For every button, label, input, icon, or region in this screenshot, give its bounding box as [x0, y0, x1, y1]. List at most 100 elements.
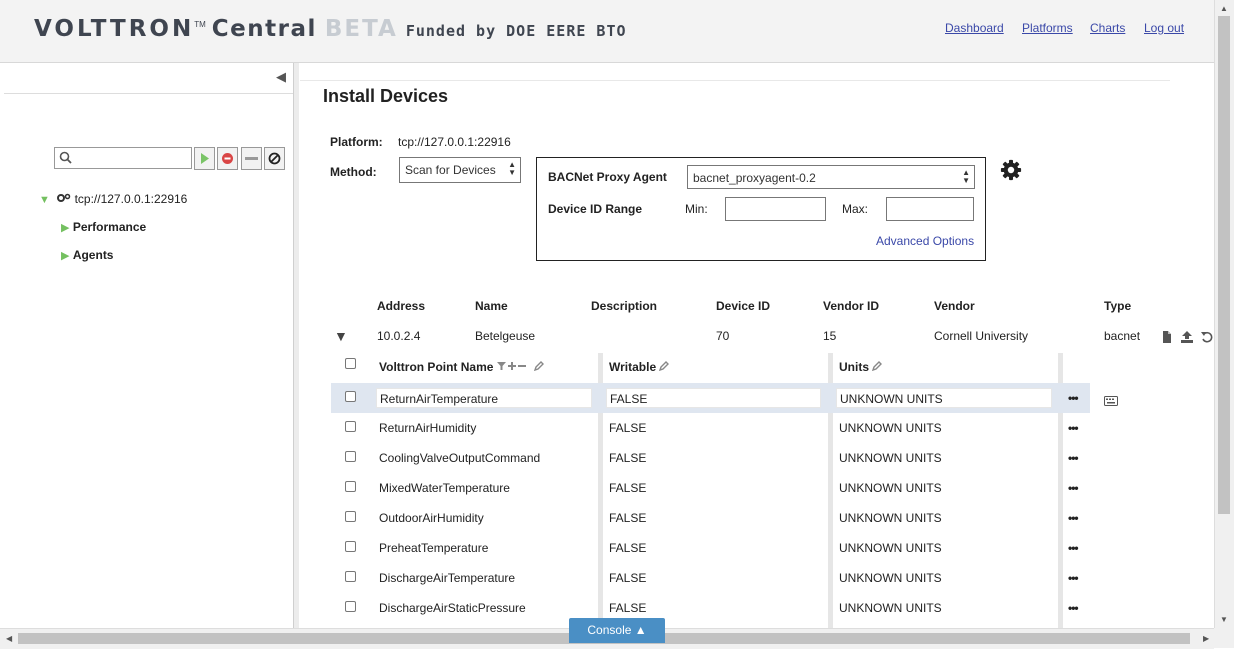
units-cell[interactable]: UNKNOWN UNITS	[836, 538, 1052, 558]
units-cell[interactable]: UNKNOWN UNITS	[836, 418, 1052, 438]
writable-cell[interactable]: FALSE	[606, 448, 821, 468]
row-menu-icon[interactable]: •••	[1068, 391, 1079, 405]
advanced-options-link[interactable]: Advanced Options	[876, 234, 974, 248]
tree-item-performance[interactable]: ▶ Performance	[61, 220, 146, 234]
point-name-cell[interactable]: OutdoorAirHumidity	[376, 508, 592, 528]
main-divider	[300, 80, 1170, 81]
minus-icon[interactable]	[517, 365, 526, 367]
writable-cell[interactable]: FALSE	[606, 478, 821, 498]
vertical-scrollbar[interactable]: ▲ ▼	[1214, 0, 1234, 628]
file-icon[interactable]	[1161, 331, 1173, 343]
nav-charts[interactable]: Charts	[1090, 21, 1125, 35]
col-vendor-header: Vendor	[934, 299, 975, 313]
row-menu-icon[interactable]: •••	[1068, 571, 1079, 585]
proxy-agent-label: BACNet Proxy Agent	[548, 170, 667, 184]
table-row[interactable]: DischargeAirStaticPressure FALSE UNKNOWN U…	[331, 593, 1090, 623]
units-cell[interactable]: UNKNOWN UNITS	[836, 448, 1052, 468]
nav-log-out[interactable]: Log out	[1144, 21, 1184, 35]
row-checkbox[interactable]	[345, 541, 356, 552]
row-menu-icon[interactable]: •••	[1068, 451, 1079, 465]
table-row[interactable]: CoolingValveOutputCommand FALSE UNKNOWN UN…	[331, 443, 1090, 473]
device-address: 10.0.2.4	[377, 329, 421, 343]
point-name-cell[interactable]: ReturnAirTemperature	[376, 388, 592, 408]
row-menu-icon[interactable]: •••	[1068, 481, 1079, 495]
row-checkbox[interactable]	[345, 391, 356, 402]
pencil-icon[interactable]	[659, 361, 670, 372]
writable-cell[interactable]: FALSE	[606, 508, 821, 528]
device-id: 70	[716, 329, 730, 343]
tree-item-agents[interactable]: ▶ Agents	[61, 248, 113, 262]
plus-icon[interactable]	[507, 362, 516, 370]
point-name-cell[interactable]: PreheatTemperature	[376, 538, 592, 558]
row-menu-icon[interactable]: •••	[1068, 511, 1079, 525]
scroll-right-icon[interactable]: ▶	[1203, 634, 1209, 643]
writable-cell[interactable]: FALSE	[606, 598, 821, 618]
writable-cell[interactable]: FALSE	[606, 568, 821, 588]
row-checkbox[interactable]	[345, 481, 356, 492]
filter-icon[interactable]	[496, 362, 506, 370]
units-cell[interactable]: UNKNOWN UNITS	[836, 388, 1052, 408]
point-name-cell[interactable]: DischargeAirStaticPressure	[376, 598, 592, 618]
writable-cell[interactable]: FALSE	[606, 388, 821, 408]
scroll-left-icon[interactable]: ◀	[6, 634, 12, 643]
row-menu-icon[interactable]: •••	[1068, 541, 1079, 555]
col-writable-label: Writable	[609, 360, 657, 374]
units-cell[interactable]: UNKNOWN UNITS	[836, 508, 1052, 528]
units-cell[interactable]: UNKNOWN UNITS	[836, 568, 1052, 588]
sidebar-resize-handle[interactable]	[294, 63, 299, 628]
pencil-icon[interactable]	[872, 361, 883, 372]
table-row[interactable]: MixedWaterTemperature FALSE UNKNOWN UNITS •…	[331, 473, 1090, 503]
row-checkbox[interactable]	[345, 421, 356, 432]
collapse-device-icon[interactable]: ▼	[334, 328, 348, 344]
proxy-agent-select[interactable]: bacnet_proxyagent-0.2 ▲ ▼	[687, 165, 975, 189]
min-input[interactable]	[725, 197, 826, 221]
nav-dashboard[interactable]: Dashboard	[945, 21, 1004, 35]
column-tools	[496, 362, 526, 370]
console-toggle-button[interactable]: Console ▲	[569, 618, 665, 643]
row-checkbox[interactable]	[345, 511, 356, 522]
table-row[interactable]: ReturnAirHumidity FALSE UNKNOWN UNITS •••	[331, 413, 1090, 443]
units-cell[interactable]: UNKNOWN UNITS	[836, 598, 1052, 618]
settings-gear-icon[interactable]	[1000, 159, 1022, 181]
remove-button[interactable]	[241, 147, 262, 170]
table-row[interactable]: OutdoorAirHumidity FALSE UNKNOWN UNITS •••	[331, 503, 1090, 533]
scroll-up-icon[interactable]: ▲	[1220, 4, 1228, 13]
row-menu-icon[interactable]: •••	[1068, 421, 1079, 435]
pencil-icon[interactable]	[534, 361, 545, 372]
sidebar-divider	[4, 93, 293, 94]
table-row[interactable]: ReturnAirTemperature FALSE UNKNOWN UNITS ••…	[331, 383, 1090, 413]
row-checkbox[interactable]	[345, 451, 356, 462]
max-input[interactable]	[886, 197, 974, 221]
table-row[interactable]: PreheatTemperature FALSE UNKNOWN UNITS •••	[331, 533, 1090, 563]
clear-button[interactable]	[264, 147, 285, 170]
keyboard-icon[interactable]	[1104, 396, 1118, 406]
col-type-header: Type	[1104, 299, 1132, 313]
units-cell[interactable]: UNKNOWN UNITS	[836, 478, 1052, 498]
row-menu-icon[interactable]: •••	[1068, 601, 1079, 615]
collapse-sidebar-icon[interactable]: ◀	[276, 69, 286, 85]
proxy-agent-value: bacnet_proxyagent-0.2	[693, 171, 816, 185]
logo-trademark: TM	[194, 20, 206, 29]
table-row[interactable]: DischargeAirTemperature FALSE UNKNOWN UNIT…	[331, 563, 1090, 593]
point-name-cell[interactable]: DischargeAirTemperature	[376, 568, 592, 588]
row-checkbox[interactable]	[345, 601, 356, 612]
scroll-down-icon[interactable]: ▼	[1220, 615, 1228, 624]
col-units-header: Units	[839, 360, 883, 374]
method-select[interactable]: Scan for Devices ▲ ▼	[399, 157, 521, 183]
platform-tree-node[interactable]: ▼ tcp://127.0.0.1:22916	[39, 192, 187, 206]
point-name-cell[interactable]: CoolingValveOutputCommand	[376, 448, 592, 468]
select-all-checkbox[interactable]	[345, 358, 356, 369]
nav-platforms[interactable]: Platforms	[1022, 21, 1073, 35]
point-name-cell[interactable]: MixedWaterTemperature	[376, 478, 592, 498]
vertical-scroll-thumb[interactable]	[1218, 16, 1230, 514]
row-checkbox[interactable]	[345, 571, 356, 582]
writable-cell[interactable]: FALSE	[606, 418, 821, 438]
point-name-cell[interactable]: ReturnAirHumidity	[376, 418, 592, 438]
writable-cell[interactable]: FALSE	[606, 538, 821, 558]
undo-icon[interactable]	[1201, 331, 1213, 343]
col-vendor-id-header: Vendor ID	[823, 299, 880, 313]
upload-icon[interactable]	[1181, 331, 1193, 343]
platform-search-input[interactable]	[54, 147, 192, 169]
stop-button[interactable]	[217, 147, 238, 170]
start-button[interactable]	[194, 147, 215, 170]
